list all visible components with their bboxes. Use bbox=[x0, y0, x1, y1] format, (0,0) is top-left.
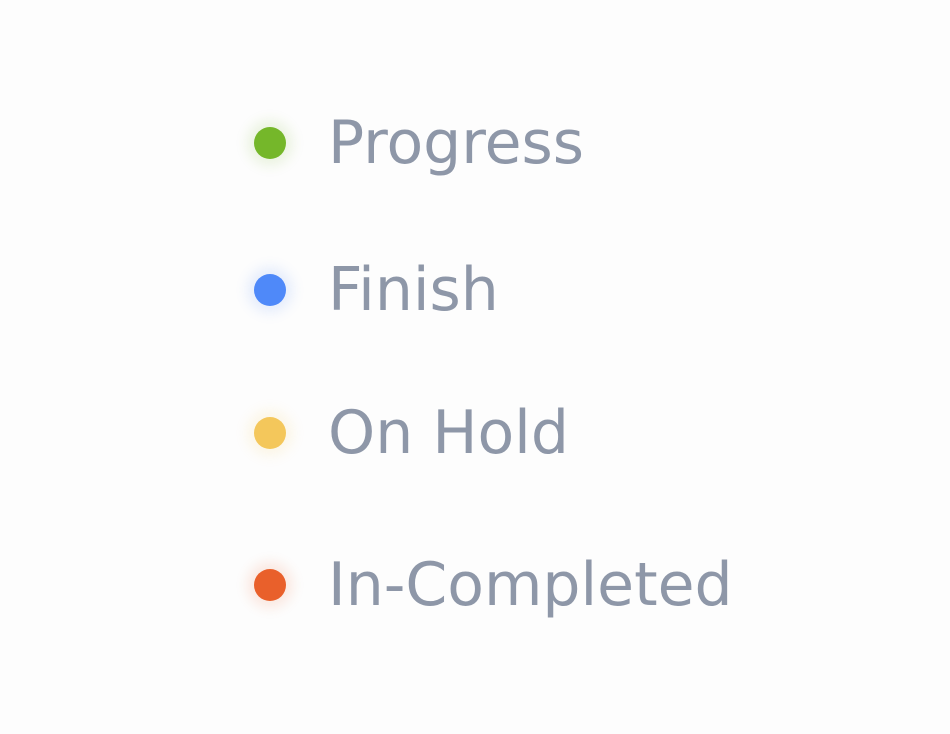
blue-dot-icon bbox=[254, 274, 286, 306]
legend-item-progress: Progress bbox=[222, 93, 584, 193]
status-legend: Progress Finish On Hold In-Completed bbox=[0, 0, 950, 734]
on-hold-dot-icon-wrapper bbox=[222, 385, 318, 481]
legend-item-finish: Finish bbox=[222, 240, 499, 340]
in-completed-dot-icon-wrapper bbox=[222, 537, 318, 633]
yellow-dot-icon bbox=[254, 417, 286, 449]
legend-label-in-completed: In-Completed bbox=[328, 550, 733, 620]
legend-label-progress: Progress bbox=[328, 108, 585, 178]
finish-dot-icon-wrapper bbox=[222, 242, 318, 338]
progress-dot-icon-wrapper bbox=[222, 95, 318, 191]
legend-item-on-hold: On Hold bbox=[222, 383, 569, 483]
green-dot-icon bbox=[254, 127, 286, 159]
legend-item-in-completed: In-Completed bbox=[222, 535, 733, 635]
legend-label-finish: Finish bbox=[328, 255, 499, 325]
legend-label-on-hold: On Hold bbox=[328, 398, 569, 468]
orange-dot-icon bbox=[254, 569, 286, 601]
